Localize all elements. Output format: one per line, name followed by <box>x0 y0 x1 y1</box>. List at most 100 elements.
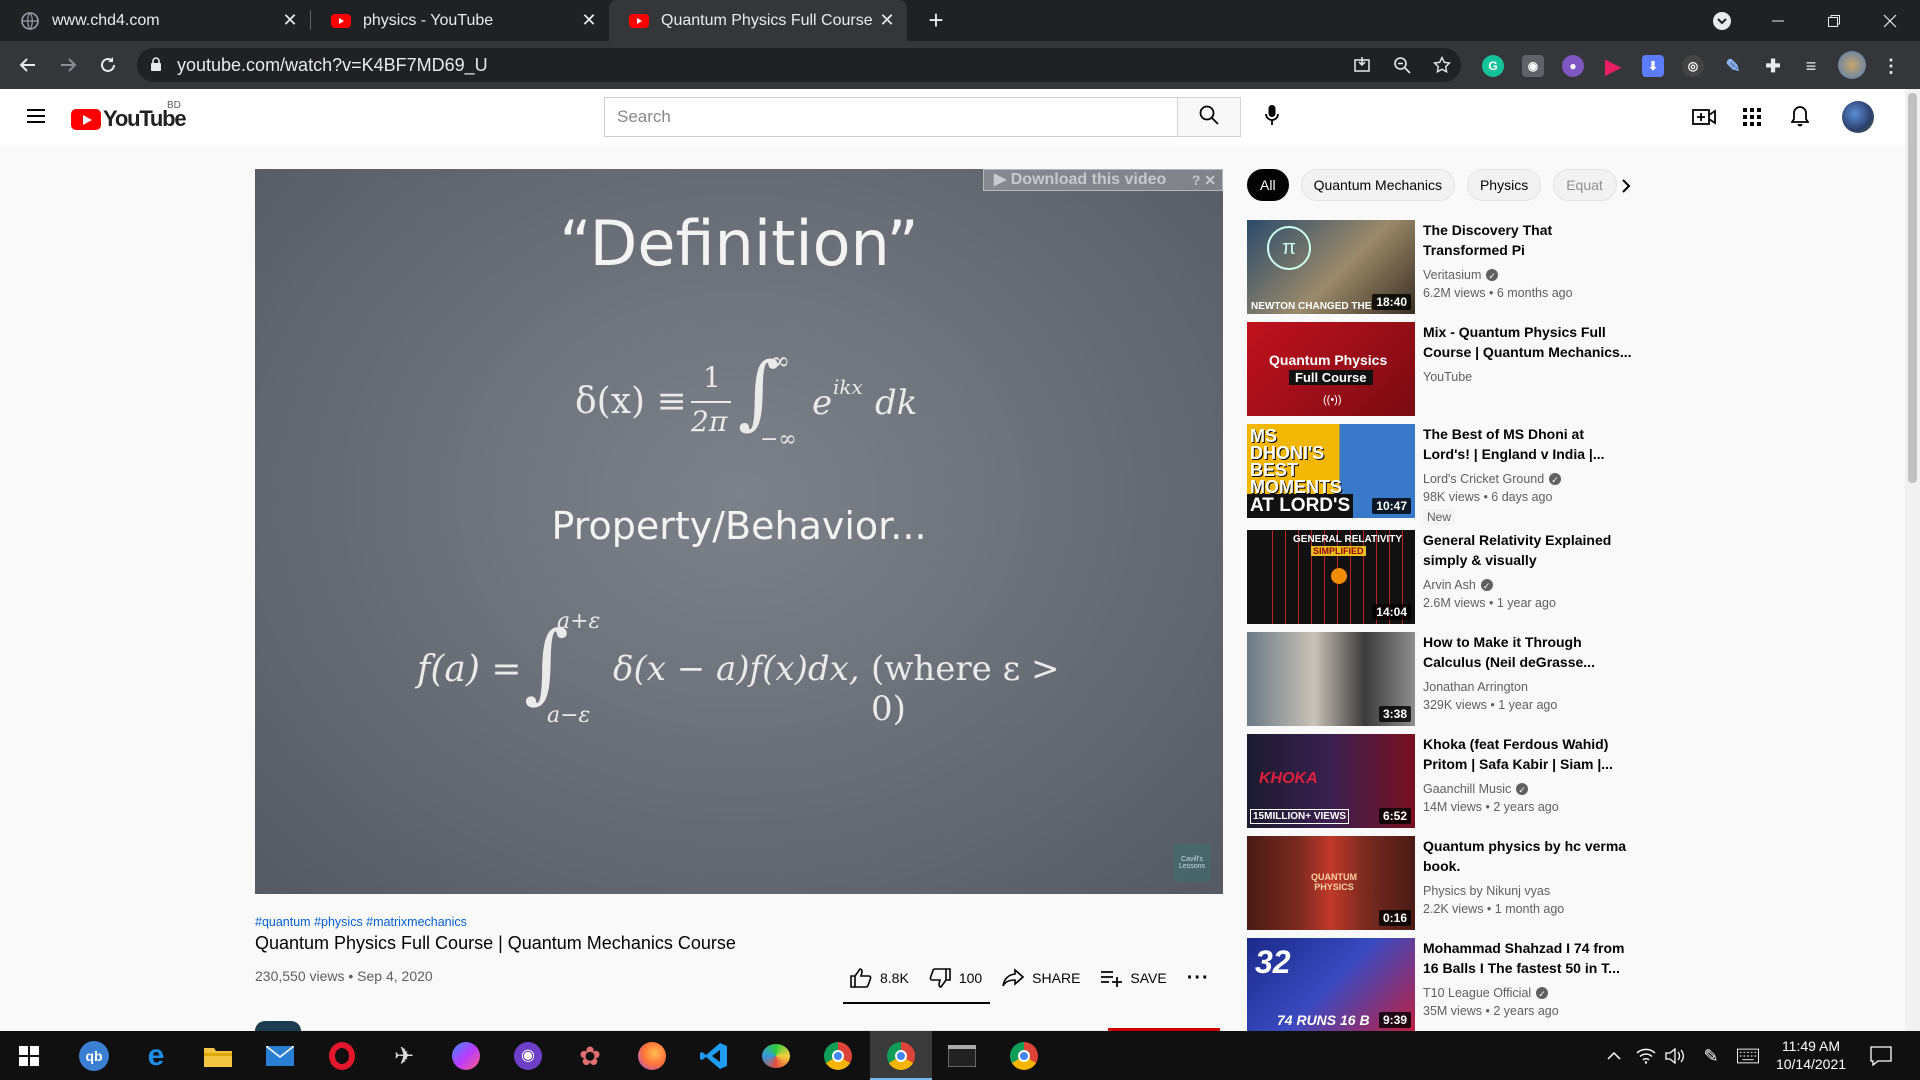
windows-start-icon[interactable] <box>12 1039 46 1073</box>
chrome-profile-icon[interactable] <box>1007 1039 1041 1073</box>
recommendation-item[interactable]: QUANTUM PHYSICS 0:16 Quantum physics by … <box>1247 836 1627 930</box>
dislike-button[interactable]: 100 <box>929 968 982 988</box>
recommendation-item[interactable]: GENERAL RELATIVITY SIMPLIFIED 14:04 Gene… <box>1247 530 1627 624</box>
minimize-icon[interactable] <box>1750 0 1806 41</box>
opera-icon[interactable] <box>325 1039 359 1073</box>
download-extension-icon[interactable]: ⬇ <box>1642 55 1664 77</box>
terminal-icon[interactable] <box>945 1039 979 1073</box>
channel-name[interactable]: Gaanchill Music <box>1423 780 1511 798</box>
notifications-bell-icon[interactable] <box>1788 105 1812 129</box>
new-tab-button[interactable]: + <box>922 6 950 34</box>
pen-extension-icon[interactable]: ✎ <box>1722 55 1744 77</box>
youtube-logo[interactable]: YouTube BD <box>71 100 187 132</box>
play-extension-icon[interactable]: ▶ <box>1602 55 1624 78</box>
create-video-icon[interactable] <box>1692 105 1716 129</box>
show-hidden-icons-chevron-up-icon[interactable] <box>1603 1045 1625 1067</box>
close-tab-icon[interactable]: ✕ <box>577 10 601 31</box>
recommendation-item[interactable]: 32 74 RUNS 16 B 9:39 Mohammad Shahzad I … <box>1247 938 1627 1032</box>
chevron-right-icon[interactable] <box>1614 174 1638 198</box>
recommendation-item[interactable]: MS DHONI'S BEST MOMENTS AT LORD'S 10:47 … <box>1247 424 1627 525</box>
video-thumbnail[interactable]: MS DHONI'S BEST MOMENTS AT LORD'S 10:47 <box>1247 424 1415 518</box>
address-bar[interactable]: youtube.com/watch?v=K4BF7MD69_U <box>137 48 1461 82</box>
video-thumbnail[interactable]: QUANTUM PHYSICS 0:16 <box>1247 836 1415 930</box>
grammarly-extension-icon[interactable]: G <box>1482 55 1504 77</box>
search-box[interactable] <box>604 97 1178 137</box>
channel-name[interactable]: Physics by Nikunj vyas <box>1423 882 1550 900</box>
close-tab-icon[interactable]: ✕ <box>875 10 899 31</box>
chip-all[interactable]: All <box>1247 169 1289 201</box>
video-thumbnail[interactable]: GENERAL RELATIVITY SIMPLIFIED 14:04 <box>1247 530 1415 624</box>
reload-button[interactable] <box>92 49 124 81</box>
channel-name[interactable]: Veritasium <box>1423 266 1481 284</box>
reading-list-icon[interactable]: ≡ <box>1800 55 1822 77</box>
channel-avatar-partial[interactable] <box>255 1021 301 1031</box>
recommendation-item[interactable]: Quantum Physics Full Course ((•)) Mix - … <box>1247 322 1632 416</box>
close-tab-icon[interactable]: ✕ <box>278 10 302 31</box>
video-thumbnail[interactable]: π NEWTON CHANGED THE 18:40 <box>1247 220 1415 314</box>
download-video-bar[interactable]: ▶ Download this video ? ✕ <box>983 169 1223 191</box>
forward-button[interactable] <box>52 49 84 81</box>
back-button[interactable] <box>12 49 44 81</box>
channel-name[interactable]: Lord's Cricket Ground <box>1423 470 1544 488</box>
extension-icon[interactable]: ● <box>1562 55 1584 77</box>
github-icon[interactable]: ◉ <box>511 1039 545 1073</box>
apps-grid-icon[interactable] <box>1740 105 1764 129</box>
bookmark-star-icon[interactable] <box>1431 54 1453 76</box>
video-thumbnail[interactable]: 3:38 <box>1247 632 1415 726</box>
recommendation-item[interactable]: 3:38 How to Make it Through Calculus (Ne… <box>1247 632 1627 726</box>
install-app-icon[interactable] <box>1351 54 1373 76</box>
video-hashtags[interactable]: #quantum #physics #matrixmechanics <box>255 915 467 929</box>
channel-name[interactable]: Jonathan Arrington <box>1423 678 1528 696</box>
chip-equations[interactable]: Equat <box>1553 169 1618 201</box>
channel-name[interactable]: T10 League Official <box>1423 984 1531 1002</box>
more-actions-button[interactable]: ··· <box>1187 967 1210 990</box>
channel-name[interactable]: YouTube <box>1423 368 1472 386</box>
scrollbar-thumb[interactable] <box>1908 93 1917 483</box>
recommendation-item[interactable]: KHOKA 15MILLION+ VIEWS 6:52 Khoka (feat … <box>1247 734 1627 828</box>
extension-icon[interactable]: ◎ <box>1682 55 1704 77</box>
system-clock[interactable]: 11:49 AM 10/14/2021 <box>1764 1037 1858 1073</box>
firefox-icon[interactable] <box>635 1039 669 1073</box>
like-button[interactable]: 8.8K <box>850 968 909 988</box>
restore-icon[interactable] <box>1806 0 1862 41</box>
notifications-icon[interactable] <box>1868 1045 1894 1067</box>
zoom-icon[interactable] <box>1391 54 1413 76</box>
tab-chd4[interactable]: www.chd4.com ✕ <box>0 0 310 41</box>
file-explorer-icon[interactable] <box>201 1039 235 1073</box>
video-thumbnail[interactable]: Quantum Physics Full Course ((•)) <box>1247 322 1415 416</box>
channel-watermark[interactable]: Cavill's Lessons <box>1173 844 1211 882</box>
chrome-menu-icon[interactable]: ⋮ <box>1880 55 1902 77</box>
extensions-puzzle-icon[interactable]: ✚ <box>1762 55 1784 77</box>
save-button[interactable]: SAVE <box>1100 968 1167 988</box>
lock-icon[interactable] <box>150 57 162 77</box>
search-input[interactable] <box>605 98 1177 136</box>
tab-search-icon[interactable] <box>1694 0 1750 41</box>
share-button[interactable]: SHARE <box>1002 968 1080 988</box>
video-player[interactable]: ▶ Download this video ? ✕ “Definition” δ… <box>255 169 1223 894</box>
chrome-icon[interactable] <box>821 1039 855 1073</box>
video-thumbnail[interactable]: 32 74 RUNS 16 B 9:39 <box>1247 938 1415 1032</box>
app-icon[interactable] <box>759 1039 793 1073</box>
search-button[interactable] <box>1177 97 1241 137</box>
voice-search-button[interactable] <box>1252 97 1292 137</box>
guide-menu-icon[interactable] <box>24 105 48 129</box>
download-close-icon[interactable]: ? ✕ <box>1192 170 1216 190</box>
touch-keyboard-icon[interactable] <box>1737 1045 1759 1067</box>
close-window-icon[interactable] <box>1862 0 1918 41</box>
tab-physics-youtube[interactable]: physics - YouTube ✕ <box>311 0 609 41</box>
profile-avatar[interactable] <box>1838 51 1866 79</box>
volume-icon[interactable] <box>1664 1045 1686 1067</box>
video-thumbnail[interactable]: KHOKA 15MILLION+ VIEWS 6:52 <box>1247 734 1415 828</box>
page-scrollbar[interactable] <box>1905 89 1920 1031</box>
qbittorrent-icon[interactable]: qb <box>77 1039 111 1073</box>
chrome-active-icon[interactable] <box>884 1039 918 1073</box>
camera-extension-icon[interactable]: ◉ <box>1522 55 1544 77</box>
tab-quantum-physics[interactable]: Quantum Physics Full Course | Qu ✕ <box>609 0 907 41</box>
channel-name[interactable]: Arvin Ash <box>1423 576 1476 594</box>
account-avatar[interactable] <box>1842 101 1874 133</box>
vscode-icon[interactable] <box>697 1039 731 1073</box>
chip-quantum-mechanics[interactable]: Quantum Mechanics <box>1300 169 1455 201</box>
chip-physics[interactable]: Physics <box>1466 169 1542 201</box>
wifi-icon[interactable] <box>1635 1045 1657 1067</box>
mail-icon[interactable] <box>263 1039 297 1073</box>
